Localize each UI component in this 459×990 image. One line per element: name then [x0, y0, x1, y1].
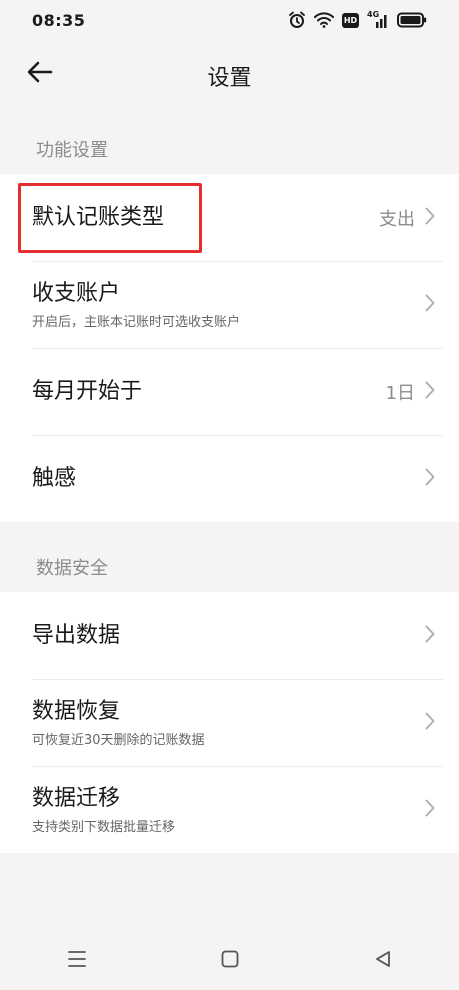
section-header-data-security: 数据安全: [36, 558, 108, 579]
settings-group-function: 默认记账类型 支出 收支账户 开启后，主账本记账时可选收支账户 每月开始于 1日…: [0, 174, 459, 522]
setting-subtitle: 支持类别下数据批量迁移: [32, 819, 176, 835]
hd-label: HD: [343, 15, 358, 25]
chevron-right-icon: [425, 468, 435, 490]
setting-right: 1日: [386, 379, 435, 405]
alarm-icon: [288, 11, 306, 29]
setting-default-type[interactable]: 默认记账类型 支出: [0, 174, 459, 261]
setting-right: [425, 799, 435, 821]
setting-right: [425, 712, 435, 734]
setting-data-recovery[interactable]: 数据恢复 可恢复近30天删除的记账数据: [0, 679, 459, 766]
battery-icon: [397, 12, 427, 28]
cellular-signal-icon: 4G: [367, 10, 389, 28]
chevron-right-icon: [425, 381, 435, 403]
status-bar: 08:35 HD 4G: [0, 0, 459, 40]
menu-icon: [67, 950, 87, 972]
setting-haptics[interactable]: 触感: [0, 435, 459, 522]
setting-data-migration[interactable]: 数据迁移 支持类别下数据批量迁移: [0, 766, 459, 853]
chevron-right-icon: [425, 712, 435, 734]
setting-title: 数据迁移: [32, 785, 121, 811]
setting-export-data[interactable]: 导出数据: [0, 592, 459, 679]
setting-value: 1日: [385, 382, 415, 404]
page-title: 设置: [207, 66, 252, 91]
chevron-right-icon: [425, 294, 435, 316]
nav-menu-button[interactable]: [57, 941, 97, 981]
setting-title: 导出数据: [32, 622, 121, 648]
setting-accounts[interactable]: 收支账户 开启后，主账本记账时可选收支账户: [0, 261, 459, 348]
setting-title: 数据恢复: [32, 698, 121, 724]
nav-back-button[interactable]: [363, 941, 403, 981]
setting-title: 收支账户: [32, 280, 121, 306]
status-time: 08:35: [32, 10, 86, 30]
chevron-right-icon: [425, 625, 435, 647]
setting-right: 支出: [379, 205, 435, 231]
system-nav-bar: [0, 932, 459, 990]
setting-right: [425, 468, 435, 490]
app-bar: 设置: [0, 44, 459, 104]
settings-group-data-security: 导出数据 数据恢复 可恢复近30天删除的记账数据 数据迁移 支持类别下数据批量迁…: [0, 592, 459, 853]
back-triangle-icon: [374, 950, 392, 972]
setting-title: 默认记账类型: [32, 204, 165, 230]
status-icons: HD 4G: [288, 10, 427, 29]
setting-month-start[interactable]: 每月开始于 1日: [0, 348, 459, 435]
setting-title: 触感: [32, 465, 77, 491]
setting-value: 支出: [379, 208, 415, 230]
setting-subtitle: 开启后，主账本记账时可选收支账户: [32, 314, 241, 330]
hd-icon: HD: [342, 12, 359, 28]
chevron-right-icon: [425, 207, 435, 229]
setting-right: [425, 294, 435, 316]
wifi-icon: [314, 12, 334, 28]
setting-title: 每月开始于: [32, 378, 143, 404]
section-header-function: 功能设置: [36, 140, 108, 161]
setting-right: [425, 625, 435, 647]
nav-home-button[interactable]: [210, 941, 250, 981]
home-square-icon: [221, 950, 239, 972]
setting-subtitle: 可恢复近30天删除的记账数据: [32, 732, 205, 748]
chevron-right-icon: [425, 799, 435, 821]
